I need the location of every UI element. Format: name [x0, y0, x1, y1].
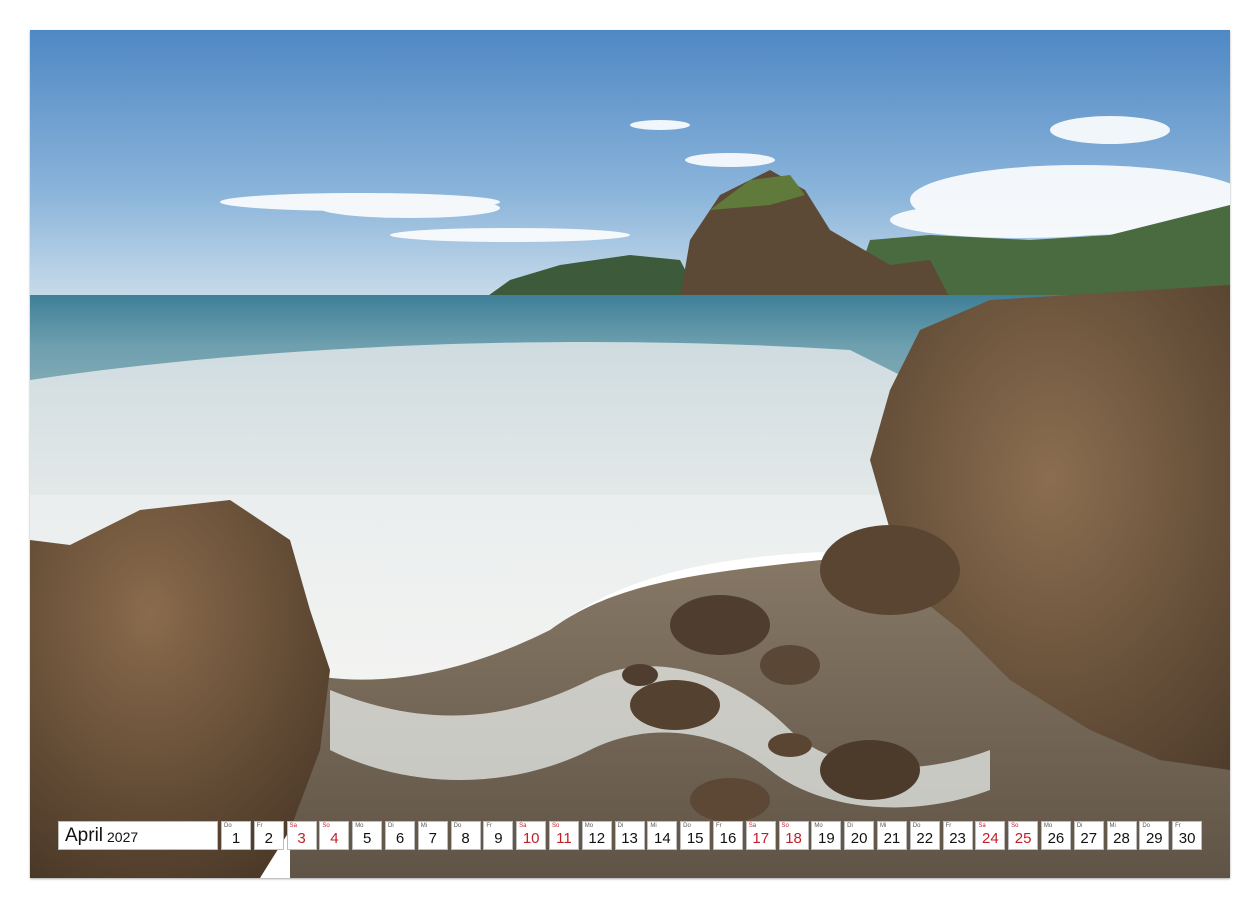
weekday-label: Fr — [256, 823, 263, 829]
day-cell: Fr 2 — [253, 821, 284, 850]
day-number: 16 — [719, 830, 737, 847]
day-number: 3 — [297, 830, 306, 847]
day-number: 28 — [1113, 830, 1130, 847]
day-number: 21 — [883, 830, 901, 847]
day-cell: Sa 10 — [516, 821, 547, 850]
weekday-label: So — [322, 823, 330, 829]
day-number: 12 — [588, 830, 606, 847]
day-cell: Mi 14 — [647, 821, 678, 850]
day-cell: Di 13 — [614, 821, 645, 850]
day-number: 13 — [621, 830, 638, 847]
day-number: 15 — [686, 830, 704, 847]
weekday-label: Di — [617, 823, 624, 829]
month-label-box: April 2027 — [58, 821, 218, 850]
day-cell: Sa 24 — [975, 821, 1006, 850]
day-cell: Do 8 — [450, 821, 481, 850]
weekday-label: Mi — [879, 823, 887, 829]
day-cell: Sa 3 — [286, 821, 317, 850]
weekday-label: Do — [224, 823, 232, 829]
weekday-label: So — [781, 823, 789, 829]
day-cell: Do 1 — [221, 821, 251, 850]
weekday-label: Do — [683, 823, 691, 829]
weekday-label: Sa — [289, 823, 297, 829]
month-name: April — [65, 824, 104, 846]
day-cell: Do 22 — [909, 821, 940, 850]
day-number: 23 — [949, 830, 966, 847]
weekday-label: Sa — [748, 823, 757, 829]
day-cell: Di 6 — [384, 821, 415, 850]
day-cell: Fr 30 — [1172, 821, 1203, 850]
day-number: 26 — [1047, 830, 1065, 847]
day-cell: Mi 7 — [417, 821, 448, 850]
day-cell: Mi 28 — [1106, 821, 1137, 850]
day-number: 22 — [916, 830, 934, 847]
day-number: 2 — [264, 830, 273, 847]
day-number: 11 — [556, 830, 572, 847]
weekday-label: Do — [1142, 823, 1150, 829]
weekday-label: Di — [387, 823, 394, 829]
weekday-label: Do — [912, 823, 921, 829]
day-cell: Fr 16 — [712, 821, 743, 850]
weekday-label: Di — [847, 823, 853, 829]
day-number: 30 — [1178, 830, 1196, 847]
day-number: 24 — [981, 830, 999, 847]
day-cell: Mo 5 — [352, 821, 383, 850]
weekday-label: Mi — [1109, 823, 1116, 829]
coastal-photo — [30, 30, 1230, 878]
day-number: 14 — [654, 830, 671, 847]
day-cell: Mo 19 — [811, 821, 842, 850]
weekday-label: So — [1011, 823, 1019, 829]
day-number: 20 — [850, 830, 868, 847]
day-number: 17 — [752, 830, 770, 847]
calendar-strip: April 2027 Do 1 Fr 2 Sa 3 So 4 Mo 5 Di 6 Mi 7 Do 8 Fr 9 Sa… — [58, 821, 1203, 850]
weekday-label: Fr — [486, 823, 493, 829]
day-cell: Mo 12 — [581, 821, 612, 850]
day-number: 5 — [363, 830, 372, 847]
day-cell: So 18 — [778, 821, 809, 850]
day-cell: So 11 — [548, 821, 579, 850]
day-cell: Di 27 — [1073, 821, 1104, 850]
day-cell: So 4 — [319, 821, 350, 850]
weekday-label: So — [551, 823, 560, 829]
day-cells: Do 1 Fr 2 Sa 3 So 4 Mo 5 Di 6 Mi 7 Do 8 Fr 9 Sa 10 So 11 Mo 12 D… — [221, 821, 1203, 850]
day-cell: Fr 23 — [942, 821, 973, 850]
weekday-label: Di — [1076, 823, 1083, 829]
day-number: 29 — [1145, 830, 1163, 847]
weekday-label: Mo — [1043, 823, 1053, 829]
day-cell: Di 20 — [844, 821, 875, 850]
day-number: 8 — [461, 830, 470, 847]
landscape-illustration — [30, 30, 1230, 878]
day-cell: Sa 17 — [745, 821, 776, 850]
weekday-label: Mo — [355, 823, 364, 829]
weekday-label: Mo — [814, 823, 823, 829]
day-cell: Do 15 — [680, 821, 711, 850]
day-cell: Fr 9 — [483, 821, 514, 850]
day-number: 19 — [818, 830, 835, 847]
day-number: 10 — [522, 830, 540, 847]
month-year: 2027 — [107, 829, 139, 845]
weekday-label: Sa — [519, 823, 527, 829]
day-number: 27 — [1080, 830, 1098, 847]
day-number: 4 — [330, 830, 339, 847]
day-number: 18 — [785, 830, 802, 847]
weekday-label: Mo — [584, 823, 594, 829]
weekday-label: Fr — [1175, 823, 1181, 829]
day-cell: So 25 — [1008, 821, 1039, 850]
day-number: 6 — [395, 830, 405, 847]
weekday-label: Do — [453, 823, 462, 829]
weekday-label: Mi — [650, 823, 657, 829]
weekday-label: Fr — [945, 823, 952, 829]
day-cell: Do 29 — [1139, 821, 1170, 850]
day-cell: Mi 21 — [876, 821, 907, 850]
day-number: 25 — [1014, 830, 1032, 847]
weekday-label: Sa — [978, 823, 986, 829]
day-number: 1 — [231, 830, 241, 847]
day-number: 9 — [494, 830, 503, 847]
weekday-label: Fr — [715, 823, 722, 829]
day-cell: Mo 26 — [1040, 821, 1071, 850]
day-number: 7 — [428, 830, 437, 847]
weekday-label: Mi — [420, 823, 428, 829]
